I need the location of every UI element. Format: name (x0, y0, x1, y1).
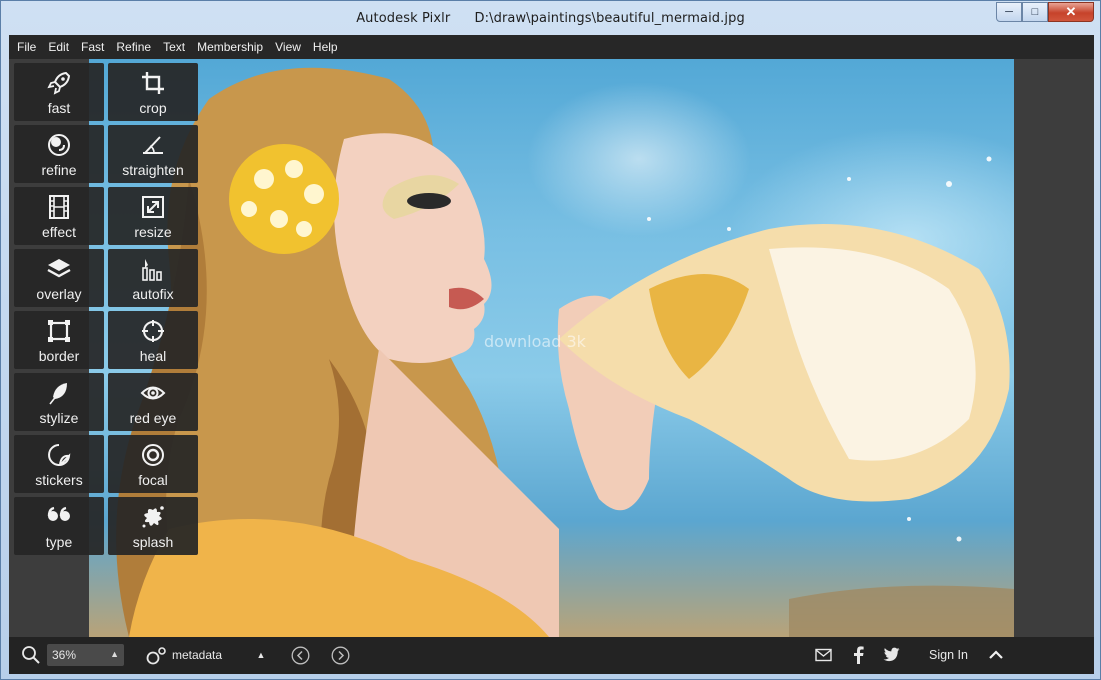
tool-label: autofix (132, 286, 174, 302)
tool-palette: fast crop refine straighten effect resiz… (14, 63, 200, 555)
menu-edit[interactable]: Edit (42, 35, 75, 59)
zoom-value: 36% (52, 648, 77, 662)
tool-label: type (45, 534, 73, 550)
tool-stickers[interactable]: stickers (14, 435, 104, 493)
app-window: Autodesk Pixlr D:\draw\paintings\beautif… (0, 0, 1101, 680)
menu-membership[interactable]: Membership (191, 35, 269, 59)
maximize-button[interactable]: □ (1022, 2, 1048, 22)
tool-label: stylize (39, 410, 79, 426)
tool-label: border (38, 348, 80, 364)
autofix-icon (140, 254, 166, 284)
tool-autofix[interactable]: autofix (108, 249, 198, 307)
twitter-icon[interactable] (883, 647, 900, 662)
metadata-icon[interactable] (145, 646, 167, 666)
tool-red-eye[interactable]: red eye (108, 373, 198, 431)
window-controls: ─ □ ✕ (996, 2, 1094, 22)
tool-label: focal (138, 472, 168, 488)
photo-canvas[interactable]: download 3k (89, 59, 1014, 637)
tool-fast[interactable]: fast (14, 63, 104, 121)
straighten-icon (140, 130, 166, 160)
facebook-icon[interactable] (851, 646, 865, 664)
next-icon[interactable] (331, 646, 350, 665)
tool-label: refine (41, 162, 77, 178)
tool-overlay[interactable]: overlay (14, 249, 104, 307)
crop-icon (140, 68, 166, 98)
watermark-text: download 3k (484, 332, 587, 351)
tool-label: fast (47, 100, 71, 116)
app-name: Autodesk Pixlr (356, 10, 451, 26)
tool-label: stickers (35, 472, 83, 488)
tool-crop[interactable]: crop (108, 63, 198, 121)
file-path: D:\draw\paintings\beautiful_mermaid.jpg (474, 10, 745, 26)
tool-heal[interactable]: heal (108, 311, 198, 369)
feather-icon (46, 378, 72, 408)
caret-up-icon[interactable]: ▲ (255, 648, 267, 662)
tool-splash[interactable]: splash (108, 497, 198, 555)
window-title: Autodesk Pixlr D:\draw\paintings\beautif… (356, 11, 745, 26)
zoom-select[interactable]: 36% ▲ (47, 644, 124, 666)
previous-icon[interactable] (291, 646, 310, 665)
tool-label: resize (134, 224, 172, 240)
tool-label: overlay (36, 286, 82, 302)
menu-view[interactable]: View (269, 35, 307, 59)
tool-label: crop (139, 100, 167, 116)
splash-icon (140, 502, 166, 532)
menu-fast[interactable]: Fast (75, 35, 110, 59)
tool-focal[interactable]: focal (108, 435, 198, 493)
title-bar: Autodesk Pixlr D:\draw\paintings\beautif… (1, 1, 1100, 35)
tool-label: red eye (129, 410, 177, 426)
focal-icon (140, 440, 166, 470)
photo-illustration: download 3k (116, 67, 1014, 637)
zoom-icon[interactable] (21, 645, 41, 665)
metadata-label[interactable]: metadata (172, 648, 222, 662)
sticker-icon (46, 440, 72, 470)
refine-icon (46, 130, 72, 160)
tool-straighten[interactable]: straighten (108, 125, 198, 183)
chevron-up-icon[interactable] (988, 648, 1004, 662)
eye-icon (140, 378, 166, 408)
tool-label: heal (139, 348, 167, 364)
resize-icon (140, 192, 166, 222)
minimize-button[interactable]: ─ (996, 2, 1022, 22)
quote-icon (46, 502, 72, 532)
tool-type[interactable]: type (14, 497, 104, 555)
menu-text[interactable]: Text (157, 35, 191, 59)
menu-file[interactable]: File (11, 35, 42, 59)
canvas-area: download 3k fast crop refine straighten … (9, 59, 1094, 637)
film-icon (46, 192, 72, 222)
tool-effect[interactable]: effect (14, 187, 104, 245)
menu-help[interactable]: Help (307, 35, 344, 59)
app-area: File Edit Fast Refine Text Membership Vi… (9, 35, 1094, 674)
crosshair-icon (140, 316, 166, 346)
tool-stylize[interactable]: stylize (14, 373, 104, 431)
tool-label: effect (42, 224, 76, 240)
tool-label: straighten (122, 162, 184, 178)
tool-label: splash (132, 534, 174, 550)
border-icon (46, 316, 72, 346)
tool-refine[interactable]: refine (14, 125, 104, 183)
menu-refine[interactable]: Refine (110, 35, 157, 59)
tool-resize[interactable]: resize (108, 187, 198, 245)
caret-up-icon: ▲ (110, 649, 119, 659)
sign-in-link[interactable]: Sign In (929, 648, 968, 662)
layers-icon (46, 254, 72, 284)
tool-border[interactable]: border (14, 311, 104, 369)
menu-bar: File Edit Fast Refine Text Membership Vi… (9, 35, 1094, 59)
bottom-bar: 36% ▲ metadata ▲ Sign In (9, 637, 1094, 674)
mail-icon[interactable] (815, 648, 832, 662)
close-button[interactable]: ✕ (1048, 2, 1094, 22)
rocket-icon (46, 68, 72, 98)
